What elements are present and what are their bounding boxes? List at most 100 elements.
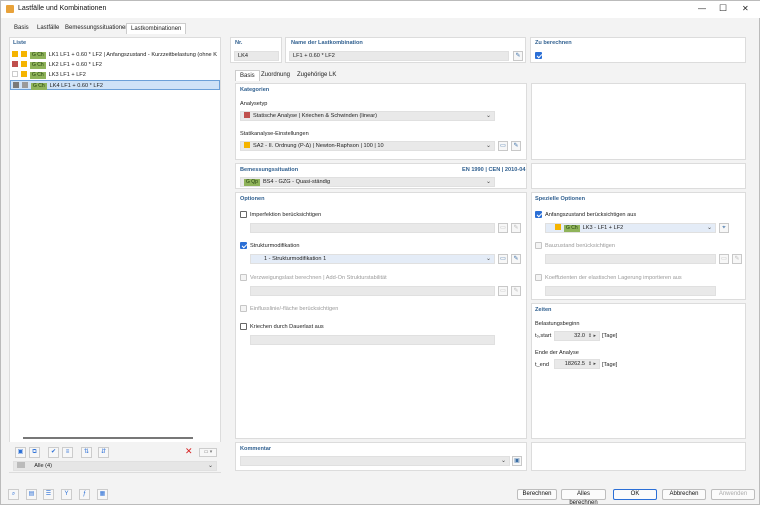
lk-tag: G Ch [30, 62, 46, 69]
search-icon[interactable]: ⌕ [8, 489, 19, 500]
abbrechen-button[interactable]: Abbrechen [662, 489, 706, 500]
koeff-select[interactable] [545, 286, 716, 296]
calc-checkbox[interactable] [535, 52, 542, 59]
statik-label: Statikanalyse-Einstellungen [240, 131, 309, 137]
tab-basis[interactable]: Basis [10, 23, 33, 34]
filter-value: Alle (4) [34, 463, 52, 469]
t0-value: 32.0 [574, 333, 585, 339]
select-lk-icon[interactable]: ⌖ [719, 223, 729, 233]
ende-label: Ende der Analyse [535, 350, 579, 356]
kriechen-select[interactable] [250, 335, 495, 345]
edit-verzweigung-icon[interactable]: ✎ [511, 286, 521, 296]
formula-icon[interactable]: ƒ [79, 489, 90, 500]
minimize-button[interactable]: — [698, 4, 706, 13]
subtab-zugehoerige[interactable]: Zugehörige LK [293, 70, 340, 81]
edit-name-icon[interactable]: ✎ [513, 51, 523, 61]
situation-tag: G Qp [244, 179, 260, 186]
spinner-icon[interactable]: ⇕ ▸ [588, 332, 596, 340]
kriechen-checkbox[interactable] [240, 323, 247, 330]
lk-color-swatch [12, 51, 18, 57]
nr-label: Nr. [235, 40, 243, 46]
spinner-icon[interactable]: ⇕ ▸ [588, 360, 596, 368]
calc-label: Zu berechnen [535, 40, 572, 46]
lk-label: LK4 LF1 + 0.60 * LF2 [49, 83, 104, 89]
koeff-checkbox[interactable] [535, 274, 542, 281]
list-scrollbar[interactable] [23, 437, 193, 439]
alles-berechnen-button[interactable]: Alles berechnen [561, 489, 606, 505]
right-mid-panel [531, 163, 746, 189]
maximize-button[interactable]: ☐ [719, 3, 727, 14]
units-icon[interactable]: ▤ [26, 489, 37, 500]
subtab-zuordnung[interactable]: Zuordnung [257, 70, 294, 81]
analysetyp-select[interactable]: Statische Analyse | Kriechen & Schwinden… [240, 111, 495, 121]
t0-input[interactable]: 32.0 ⇕ ▸ [554, 331, 600, 341]
lk-color-icon [555, 224, 561, 230]
chevron-down-icon: ⌄ [485, 143, 491, 149]
edit-imperfektion-icon[interactable]: ✎ [511, 223, 521, 233]
kommentar-header: Kommentar [240, 446, 272, 452]
screen-icon[interactable]: ▦ [97, 489, 108, 500]
kategorien-header: Kategorien [240, 87, 270, 93]
bauzustand-select[interactable] [545, 254, 716, 264]
strukturmod-select[interactable]: 1 - Strukturmodifikation 1 ⌄ [250, 254, 495, 264]
edit-strukturmod-icon[interactable]: ✎ [511, 254, 521, 264]
list-item[interactable]: G Ch LK3 LF1 + LF2 [10, 70, 220, 80]
strukturmod-checkbox[interactable] [240, 242, 247, 249]
t0-label: t₀,start [535, 333, 552, 339]
view-options-icon[interactable]: ▭ ▾ [199, 448, 217, 457]
bauzustand-checkbox[interactable] [535, 242, 542, 249]
sort-icon[interactable]: ⇵ [98, 447, 109, 458]
list-item[interactable]: G Ch LK2 LF1 + 0.60 * LF2 [10, 60, 220, 70]
edit-comment-icon[interactable]: ▣ [512, 456, 522, 466]
imperfektion-select[interactable] [250, 223, 495, 233]
anfang-value: LK3 - LF1 + LF2 [582, 225, 624, 231]
verzweigung-select[interactable] [250, 286, 495, 296]
uncheck-icon[interactable]: ≡ [62, 447, 73, 458]
new-verzweigung-icon[interactable]: ▭ [498, 286, 508, 296]
new-icon[interactable]: ▣ [15, 447, 26, 458]
bemessung-select[interactable]: G Qp BS4 - GZG - Quasi-ständig ⌄ [240, 177, 495, 187]
new-strukturmod-icon[interactable]: ▭ [498, 254, 508, 264]
verzweigung-checkbox[interactable] [240, 274, 247, 281]
delete-icon[interactable]: ✕ [185, 446, 193, 457]
nr-field[interactable]: LK4 [234, 51, 279, 61]
tend-value: 18262.5 [564, 361, 585, 367]
anfang-checkbox[interactable] [535, 211, 542, 218]
einfluss-checkbox[interactable] [240, 305, 247, 312]
copy-icon[interactable]: ⧉ [29, 447, 40, 458]
berechnen-button[interactable]: Berechnen [517, 489, 557, 500]
table-icon[interactable]: ☰ [43, 489, 54, 500]
list-item[interactable]: G Ch LK1 LF1 + 0.60 * LF2 | Anfangszustan… [10, 50, 220, 60]
filter-icon[interactable]: Y [61, 489, 72, 500]
subtab-basis[interactable]: Basis [235, 70, 260, 81]
beginn-label: Belastungsbeginn [535, 321, 580, 327]
tend-input[interactable]: 18262.5 ⇕ ▸ [554, 359, 600, 369]
ok-button[interactable]: OK [613, 489, 657, 500]
tab-bemessungssituationen[interactable]: Bemessungssituationen [61, 23, 133, 34]
new-imperfektion-icon[interactable]: ▭ [498, 223, 508, 233]
name-field[interactable]: LF1 + 0.60 * LF2 [289, 51, 509, 61]
kriechen-label: Kriechen durch Dauerlast aus [250, 324, 324, 330]
anfang-select[interactable]: G Ch LK3 - LF1 + LF2 ⌄ [545, 223, 716, 233]
kommentar-select[interactable]: ⌄ [240, 456, 510, 466]
edit-settings-icon[interactable]: ✎ [511, 141, 521, 151]
imperfektion-checkbox[interactable] [240, 211, 247, 218]
lk-tag: G Ch [30, 72, 46, 79]
tab-lastkombinationen[interactable]: Lastkombinationen [126, 23, 187, 34]
close-button[interactable]: ✕ [742, 4, 749, 13]
new-settings-icon[interactable]: ▭ [498, 141, 508, 151]
check-all-icon[interactable]: ✔ [48, 447, 59, 458]
chevron-down-icon: ⌄ [207, 463, 213, 469]
new-bauzustand-icon[interactable]: ▭ [719, 254, 729, 264]
lk-color-swatch [12, 61, 18, 67]
analysetyp-label: Analysetyp [240, 101, 268, 107]
renumber-icon[interactable]: ⇅ [81, 447, 92, 458]
koeff-label: Koeffizienten der elastischen Lagerung i… [545, 275, 682, 281]
filter-select[interactable]: Alle (4) ⌄ [13, 461, 217, 471]
edit-bauzustand-icon[interactable]: ✎ [732, 254, 742, 264]
list-panel [9, 37, 221, 473]
list-item[interactable]: G Ch LK4 LF1 + 0.60 * LF2 [10, 80, 220, 90]
statik-select[interactable]: SA2 - II. Ordnung (P-Δ) | Newton-Raphson… [240, 141, 495, 151]
tab-lastfaelle[interactable]: Lastfälle [33, 23, 63, 34]
anwenden-button[interactable]: Anwenden [711, 489, 755, 500]
